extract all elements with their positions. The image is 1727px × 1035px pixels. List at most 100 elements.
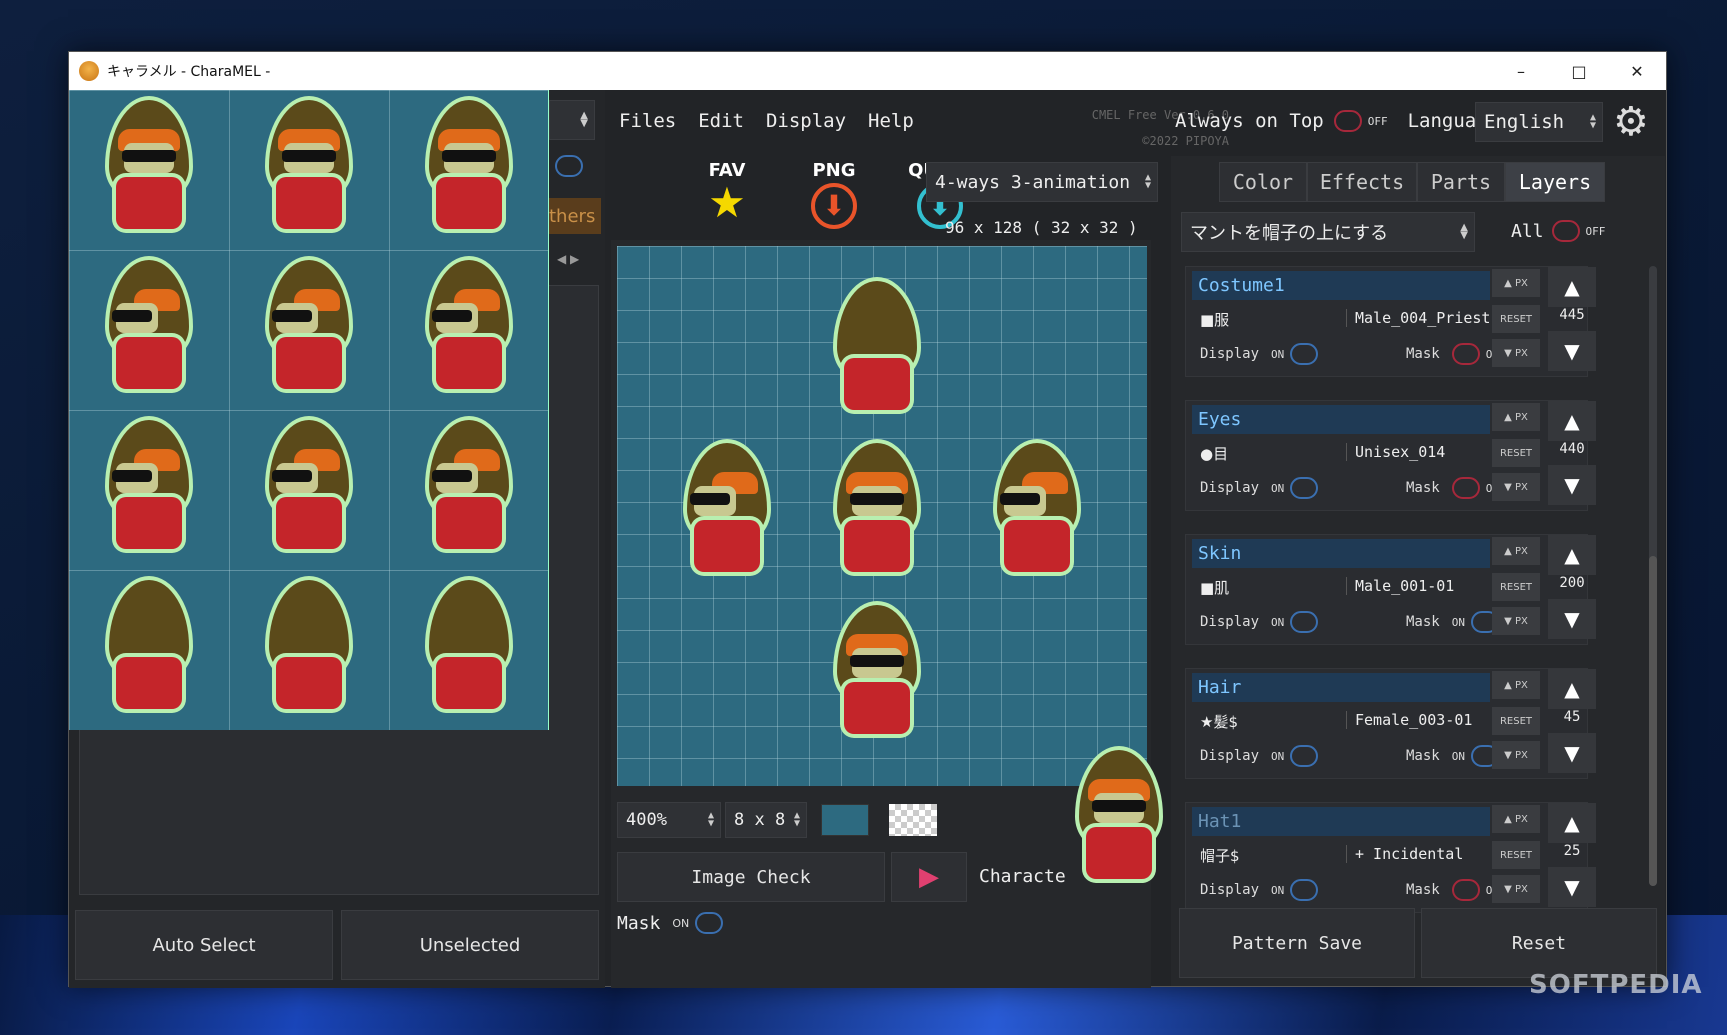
- tab-effects[interactable]: Effects: [1307, 162, 1417, 202]
- app-logo-icon: [79, 61, 99, 81]
- px-down-button[interactable]: ▼ PX: [1492, 875, 1540, 903]
- always-on-top-label: Always on Top: [1175, 110, 1324, 132]
- layer-name[interactable]: Skin: [1192, 539, 1490, 568]
- display-label: Display: [1200, 748, 1260, 764]
- move-down-icon[interactable]: ▼: [1548, 331, 1596, 371]
- tab-parts[interactable]: Parts: [1417, 162, 1505, 202]
- bg-color-swatch[interactable]: [821, 804, 869, 836]
- menu-help[interactable]: Help: [868, 110, 914, 132]
- layer-part[interactable]: + Incidental: [1346, 845, 1463, 863]
- preset-select[interactable]: 4-ways 3-animation ▲ ▼: [926, 162, 1158, 202]
- px-down-button[interactable]: ▼ PX: [1492, 339, 1540, 367]
- layers-panel: Color Effects Parts Layers マントを帽子の上にする ▲ ▼…: [1171, 156, 1665, 986]
- px-up-button[interactable]: ▲ PX: [1492, 403, 1540, 431]
- px-down-button[interactable]: ▼ PX: [1492, 473, 1540, 501]
- grid-select[interactable]: 8 x 8 ▲ ▼: [725, 802, 807, 838]
- layer-name[interactable]: Eyes: [1192, 405, 1490, 434]
- display-toggle[interactable]: ON: [1271, 745, 1319, 767]
- canvas-mask-toggle[interactable]: ON: [672, 912, 724, 934]
- move-up-icon[interactable]: ▲: [1548, 267, 1596, 307]
- display-toggle[interactable]: ON: [1271, 343, 1319, 365]
- png-action[interactable]: PNG ⬇: [804, 160, 864, 231]
- pattern-save-button[interactable]: Pattern Save: [1179, 908, 1415, 978]
- px-up-button[interactable]: ▲ PX: [1492, 805, 1540, 833]
- dragged-sprite[interactable]: [1064, 745, 1174, 895]
- display-toggle[interactable]: ON: [1271, 477, 1319, 499]
- move-down-icon[interactable]: ▼: [1548, 465, 1596, 505]
- px-up-button[interactable]: ▲ PX: [1492, 537, 1540, 565]
- display-track: [1290, 879, 1319, 901]
- zoom-select[interactable]: 400% ▲ ▼: [617, 802, 721, 838]
- layer-name[interactable]: Hat1: [1192, 807, 1490, 836]
- move-up-icon[interactable]: ▲: [1548, 401, 1596, 441]
- minimize-icon[interactable]: –: [1492, 52, 1550, 90]
- layer-part[interactable]: Male_004_Priest: [1346, 309, 1490, 327]
- reset-layer-button[interactable]: RESET: [1492, 841, 1540, 869]
- display-track: [1290, 343, 1319, 365]
- fav-action[interactable]: FAV ★: [697, 160, 757, 225]
- layer-name[interactable]: Hair: [1192, 673, 1490, 702]
- left-select[interactable]: ▲ ▼: [549, 100, 595, 140]
- layer-scrollbar[interactable]: [1649, 266, 1657, 886]
- display-toggle[interactable]: ON: [1271, 611, 1319, 633]
- reset-layer-button[interactable]: RESET: [1492, 439, 1540, 467]
- move-up-icon[interactable]: ▲: [1548, 669, 1596, 709]
- layer-part[interactable]: Female_003-01: [1346, 711, 1472, 729]
- always-on-top-toggle[interactable]: OFF: [1333, 110, 1388, 132]
- close-icon[interactable]: ✕: [1608, 52, 1666, 90]
- reset-layer-button[interactable]: RESET: [1492, 707, 1540, 735]
- menu-display[interactable]: Display: [766, 110, 846, 132]
- display-row: Display ON: [1200, 477, 1319, 499]
- auto-select-button[interactable]: Auto Select: [75, 910, 333, 980]
- tab-others[interactable]: thers: [545, 198, 601, 234]
- transparent-bg-swatch[interactable]: [889, 804, 937, 836]
- menu-files[interactable]: Files: [619, 110, 676, 132]
- png-label: PNG: [812, 160, 856, 181]
- tab-layers[interactable]: Layers: [1505, 162, 1605, 202]
- sprite-sheet-preview: [69, 90, 549, 730]
- all-toggle[interactable]: OFF: [1551, 220, 1605, 242]
- reset-button[interactable]: Reset: [1421, 908, 1657, 978]
- reset-layer-button[interactable]: RESET: [1492, 573, 1540, 601]
- main-content: ▲▼ N thers ◀ ▶ Auto Select Unselected Fi…: [69, 90, 1702, 1000]
- star-icon: ★: [708, 178, 746, 227]
- language-select[interactable]: English ▲ ▼: [1475, 102, 1603, 142]
- move-up-icon[interactable]: ▲: [1548, 803, 1596, 843]
- unselected-button[interactable]: Unselected: [341, 910, 599, 980]
- gear-icon[interactable]: ⚙: [1613, 100, 1649, 144]
- display-toggle[interactable]: ON: [1271, 879, 1319, 901]
- layer-card: Skin ▲ PX ▲ ■肌 Male_001-01 RESET 200 Dis…: [1185, 534, 1596, 645]
- layer-option-select[interactable]: マントを帽子の上にする ▲ ▼: [1181, 212, 1475, 252]
- sprite-back-3: [414, 575, 524, 725]
- mask-label: Mask: [1406, 480, 1440, 496]
- mask-label: Mask: [1406, 882, 1440, 898]
- layer-name[interactable]: Costume1: [1192, 271, 1490, 300]
- app-window: キャラメル - CharaMEL - – □ ✕ ▲▼ N thers ◀ ▶ …: [68, 51, 1702, 1000]
- display-label: Display: [1200, 614, 1260, 630]
- px-down-button[interactable]: ▼ PX: [1492, 741, 1540, 769]
- character-label: Characte: [979, 866, 1066, 887]
- mask-row: Mask ON: [1406, 611, 1499, 633]
- move-down-icon[interactable]: ▼: [1548, 867, 1596, 907]
- layer-part[interactable]: Male_001-01: [1346, 577, 1454, 595]
- move-down-icon[interactable]: ▼: [1548, 733, 1596, 773]
- layer-part[interactable]: Unisex_014: [1346, 443, 1445, 461]
- move-down-icon[interactable]: ▼: [1548, 599, 1596, 639]
- layer-value: 440: [1559, 441, 1585, 457]
- px-up-button[interactable]: ▲ PX: [1492, 269, 1540, 297]
- mask-label: Mask: [1406, 748, 1440, 764]
- reset-layer-button[interactable]: RESET: [1492, 305, 1540, 333]
- image-check-button[interactable]: Image Check: [617, 852, 885, 902]
- px-up-button[interactable]: ▲ PX: [1492, 671, 1540, 699]
- menu-edit[interactable]: Edit: [698, 110, 744, 132]
- maximize-icon[interactable]: □: [1550, 52, 1608, 90]
- grid-value: 8 x 8: [734, 810, 786, 830]
- scroll-arrows-icon[interactable]: ◀ ▶: [557, 252, 579, 266]
- layer-scrollbar-thumb[interactable]: [1649, 556, 1657, 886]
- preview-canvas[interactable]: [617, 246, 1147, 786]
- move-up-icon[interactable]: ▲: [1548, 535, 1596, 575]
- play-icon[interactable]: ▶: [891, 852, 967, 902]
- tab-color[interactable]: Color: [1219, 162, 1307, 202]
- layer-card: Hat1 ▲ PX ▲ 帽子$ + Incidental RESET 25 Di…: [1185, 802, 1596, 913]
- px-down-button[interactable]: ▼ PX: [1492, 607, 1540, 635]
